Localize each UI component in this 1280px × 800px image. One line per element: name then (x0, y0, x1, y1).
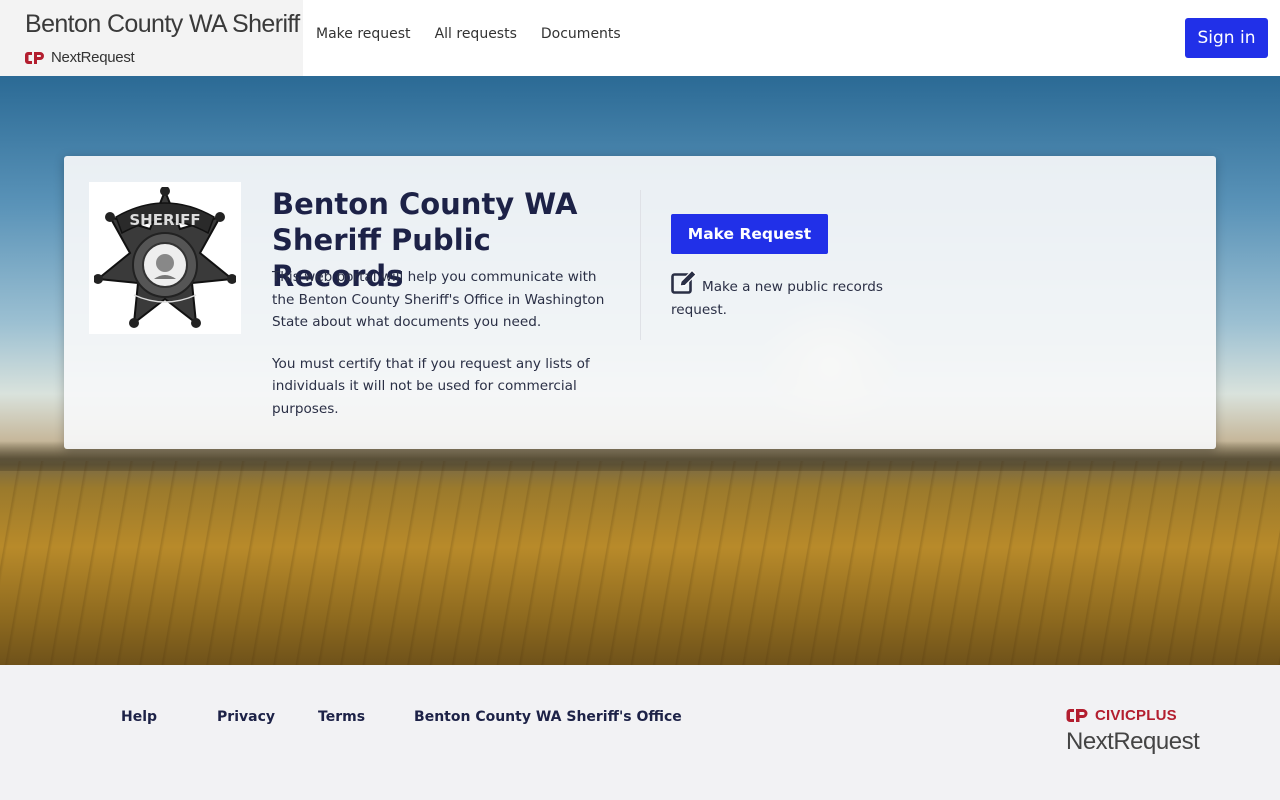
hero-field-texture (0, 461, 1280, 665)
civicplus-brand: CIVICPLUS (1066, 707, 1199, 724)
civicplus-nextrequest-logo[interactable]: CIVICPLUS NextRequest (1066, 707, 1200, 756)
intro-card: SHERIFF Benton County WA Sheriff Public … (64, 156, 1216, 449)
sign-in-button[interactable]: Sign in (1185, 18, 1268, 58)
nav-documents[interactable]: Documents (541, 26, 621, 42)
footer-help-link[interactable]: Help (121, 709, 157, 725)
sheriff-star-badge-icon: SHERIFF (94, 187, 236, 328)
nextrequest-logo-icon (25, 51, 44, 64)
footer-privacy-link[interactable]: Privacy (217, 709, 275, 725)
product-name: NextRequest (51, 49, 135, 66)
civicplus-label: CIVICPLUS (1095, 707, 1177, 724)
nav-make-request[interactable]: Make request (316, 26, 411, 42)
portal-description: This web portal will help you communicat… (272, 266, 622, 420)
civicplus-logo-icon (1066, 709, 1088, 722)
edit-icon (671, 270, 697, 294)
description-paragraph: This web portal will help you communicat… (272, 269, 605, 330)
make-request-note-text: Make a new public records request. (671, 279, 883, 318)
certification-paragraph: You must certify that if you request any… (272, 355, 590, 417)
hero-section: SHERIFF Benton County WA Sheriff Public … (0, 76, 1280, 665)
footer-terms-link[interactable]: Terms (318, 709, 365, 725)
brand-block[interactable]: Benton County WA Sheriff NextRequest (0, 0, 303, 76)
main-nav: Make request All requests Documents (316, 26, 645, 42)
footer-links: Help Privacy Terms Benton County WA Sher… (121, 709, 682, 725)
card-divider (640, 190, 641, 340)
make-request-button[interactable]: Make Request (671, 214, 828, 254)
agency-title[interactable]: Benton County WA Sheriff (25, 10, 300, 39)
footer-nextrequest-label: NextRequest (1066, 728, 1200, 755)
svg-text:SHERIFF: SHERIFF (129, 211, 200, 229)
footer-agency-link[interactable]: Benton County WA Sheriff's Office (414, 709, 682, 725)
sheriff-badge-image: SHERIFF (89, 182, 241, 334)
page-footer: Help Privacy Terms Benton County WA Sher… (0, 665, 1280, 800)
top-header: Benton County WA Sheriff NextRequest Mak… (0, 0, 1280, 76)
make-request-note: Make a new public records request. (671, 270, 901, 321)
nextrequest-brand: NextRequest (25, 49, 135, 66)
nav-all-requests[interactable]: All requests (435, 26, 517, 42)
